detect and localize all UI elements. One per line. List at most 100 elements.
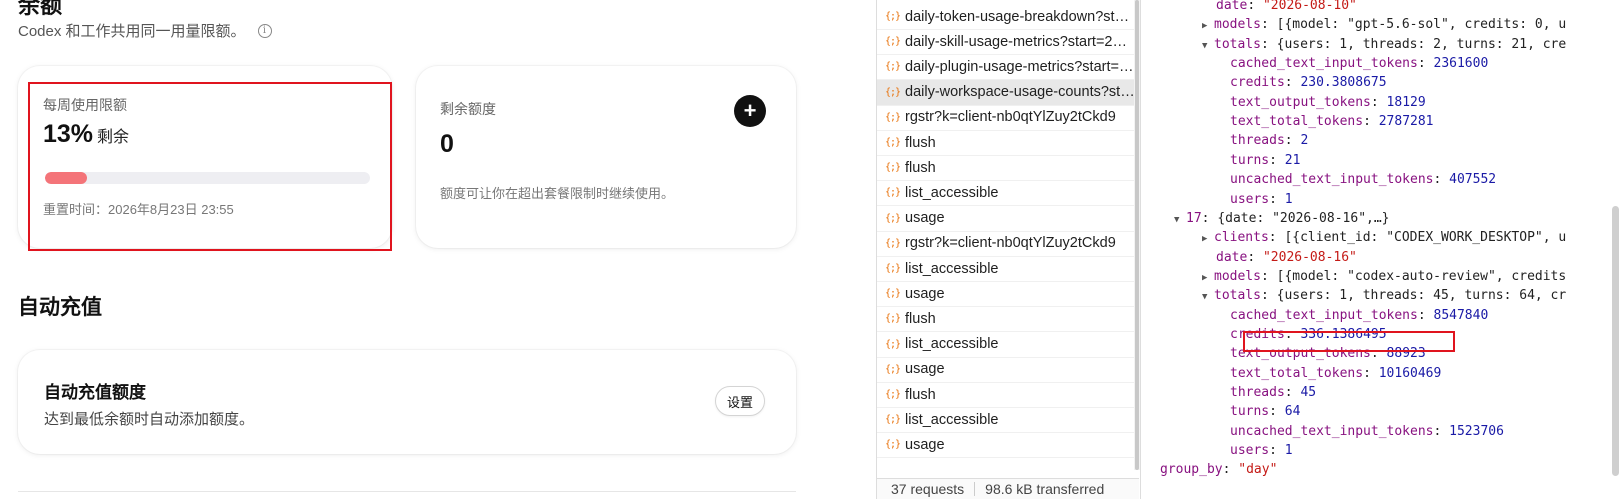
json-tree-line: text_output_tokens: 18129 — [1230, 94, 1426, 110]
collapse-triangle-icon[interactable]: ▼ — [1202, 288, 1214, 306]
request-row[interactable]: {;} usage — [877, 206, 1139, 232]
fetch-request-icon: {;} — [885, 363, 901, 375]
fetch-request-icon: {;} — [885, 389, 901, 400]
request-row[interactable]: {;} daily-skill-usage-metrics?start=2026-… — [877, 29, 1139, 56]
json-key: users — [1230, 443, 1270, 459]
json-tree-line: text_total_tokens: 10160469 — [1230, 365, 1442, 381]
fetch-request-icon: {;} — [885, 11, 901, 22]
info-icon[interactable]: i — [257, 23, 272, 38]
fetch-request-icon: {;} — [885, 86, 901, 98]
request-row[interactable]: {;} list_accessible — [877, 407, 1139, 434]
auto-recharge-settings-button[interactable]: 设置 — [715, 386, 765, 416]
json-tree-line[interactable]: ▶ models: [{model: "gpt-5.6-sol", credits… — [1202, 16, 1566, 34]
json-key: clients — [1214, 230, 1269, 246]
request-row[interactable]: {;} list_accessible — [877, 256, 1139, 282]
json-tree-line: users: 1 — [1230, 443, 1293, 459]
request-name: list_accessible — [905, 411, 999, 428]
json-tree-line[interactable]: ▼ totals: {users: 1, threads: 45, turns: … — [1202, 287, 1566, 305]
json-value: 336.1386495 — [1300, 326, 1387, 342]
fetch-request-icon: {;} — [885, 237, 901, 249]
json-tree-line: threads: 45 — [1230, 385, 1317, 400]
json-key: turns — [1230, 404, 1270, 420]
fetch-request-icon: {;} — [885, 61, 901, 73]
json-tree-line[interactable]: ▶ clients: [{client_id: "CODEX_WORK_DESKT… — [1202, 229, 1566, 247]
weekly-reset-note: 重置时间：2026年8月23日 23:55 — [43, 202, 234, 217]
remaining-credits-label: 剩余额度 — [440, 101, 496, 117]
json-tree-line: cached_text_input_tokens: 8547840 — [1230, 307, 1489, 323]
collapse-triangle-icon[interactable]: ▼ — [1202, 37, 1214, 55]
request-row[interactable]: {;} list_accessible — [877, 332, 1139, 358]
request-row[interactable]: {;} flush — [877, 382, 1139, 408]
fetch-request-icon: {;} — [885, 162, 901, 174]
expand-triangle-icon[interactable]: ▶ — [1202, 269, 1214, 287]
json-key: totals — [1214, 36, 1261, 52]
response-preview-tree: date: "2026-08-10" ▶ models: [{model: "gpt… — [1150, 0, 1623, 499]
json-value: 1 — [1284, 191, 1293, 207]
json-key: cached_text_input_tokens — [1230, 56, 1418, 72]
request-row[interactable]: {;} usage — [877, 281, 1139, 308]
request-name: list_accessible — [905, 336, 999, 353]
json-value: [{model: "codex-auto-review", credits — [1276, 268, 1567, 284]
request-row[interactable]: {;} usage — [877, 357, 1139, 383]
json-tree-line: group_by: "day" — [1160, 462, 1278, 478]
status-separator — [974, 482, 976, 496]
json-key: turns — [1230, 152, 1270, 168]
weekly-limit-value: 13% 剩余 — [43, 120, 129, 149]
json-value: 1523706 — [1449, 423, 1504, 439]
request-name: daily-token-usage-breakdown?start=2026-0… — [905, 8, 1135, 25]
remaining-credits-note: 额度可让你在超出套餐限制时继续使用。 — [440, 186, 675, 201]
request-row[interactable]: {;} daily-token-usage-breakdown?start=202… — [877, 4, 1139, 30]
request-row[interactable]: {;} flush — [877, 155, 1139, 182]
request-list-scroll-thumb[interactable] — [1135, 0, 1139, 470]
json-tree-line[interactable]: ▼ 17: {date: "2026-08-16",…} — [1174, 210, 1390, 228]
remaining-credits-card — [416, 66, 796, 248]
request-row[interactable]: {;} flush — [877, 306, 1139, 333]
json-value: 2787281 — [1378, 114, 1434, 130]
request-name: usage — [905, 436, 945, 453]
expand-triangle-icon[interactable]: ▶ — [1202, 17, 1214, 35]
json-key: uncached_text_input_tokens — [1230, 423, 1434, 439]
json-key: credits — [1230, 75, 1285, 91]
divider — [18, 491, 796, 492]
request-name: flush — [905, 386, 936, 403]
request-name: daily-workspace-usage-counts?start=2026-… — [905, 84, 1135, 101]
request-row[interactable]: {;} daily-plugin-usage-metrics?start=2026… — [877, 54, 1139, 81]
request-name: usage — [905, 361, 945, 378]
request-row[interactable]: {;} rgstr?k=client-nb0qtYlZuy2tCkd9 — [877, 231, 1139, 257]
weekly-limit-progress — [45, 172, 370, 184]
preview-scrollbar[interactable] — [1612, 206, 1619, 476]
expand-triangle-icon[interactable]: ▶ — [1202, 230, 1214, 248]
json-key: text_total_tokens — [1230, 365, 1364, 381]
request-row[interactable]: {;} usage — [877, 432, 1139, 459]
json-value: {users: 1, threads: 45, turns: 64, cr — [1276, 288, 1567, 304]
json-tree-line[interactable]: ▼ totals: {users: 1, threads: 2, turns: 2… — [1202, 36, 1566, 54]
request-row[interactable]: {;} flush — [877, 130, 1139, 156]
json-tree-line: credits: 230.3808675 — [1230, 75, 1387, 91]
json-tree-line: credits: 336.1386495 — [1230, 326, 1387, 342]
request-row[interactable]: {;} daily-workspace-usage-counts?start=20… — [877, 79, 1139, 106]
request-name: usage — [905, 210, 945, 227]
json-value: 21 — [1284, 152, 1301, 168]
weekly-limit-progress-fill — [45, 172, 88, 184]
fetch-request-icon: {;} — [885, 36, 901, 48]
weekly-limit-suffix: 剩余 — [97, 129, 130, 146]
network-status-bar: 37 requests 98.6 kB transferred — [877, 478, 1139, 499]
fetch-request-icon: {;} — [885, 137, 901, 148]
json-tree-line: text_output_tokens: 88923 — [1230, 346, 1426, 362]
json-tree-line: threads: 2 — [1230, 133, 1309, 149]
request-row[interactable]: {;} list_accessible — [877, 180, 1139, 207]
auto-recharge-title: 自动充值 — [18, 296, 102, 319]
request-count: 37 requests — [891, 481, 965, 497]
json-tree-line: uncached_text_input_tokens: 407552 — [1230, 172, 1497, 188]
request-row[interactable]: {;} rgstr?k=client-nb0qtYlZuy2tCkd9 — [877, 105, 1139, 131]
fetch-request-icon: {;} — [885, 187, 901, 199]
fetch-request-icon: {;} — [885, 414, 901, 426]
request-list-scrollbar[interactable] — [1134, 0, 1140, 470]
json-value: 10160469 — [1378, 365, 1442, 381]
json-value: 18129 — [1386, 94, 1426, 110]
collapse-triangle-icon[interactable]: ▼ — [1174, 211, 1186, 229]
add-credits-button[interactable]: + — [734, 95, 766, 127]
json-key: cached_text_input_tokens — [1230, 307, 1418, 323]
json-key: totals — [1214, 288, 1261, 304]
json-tree-line[interactable]: ▶ models: [{model: "codex-auto-review", c… — [1202, 268, 1566, 286]
